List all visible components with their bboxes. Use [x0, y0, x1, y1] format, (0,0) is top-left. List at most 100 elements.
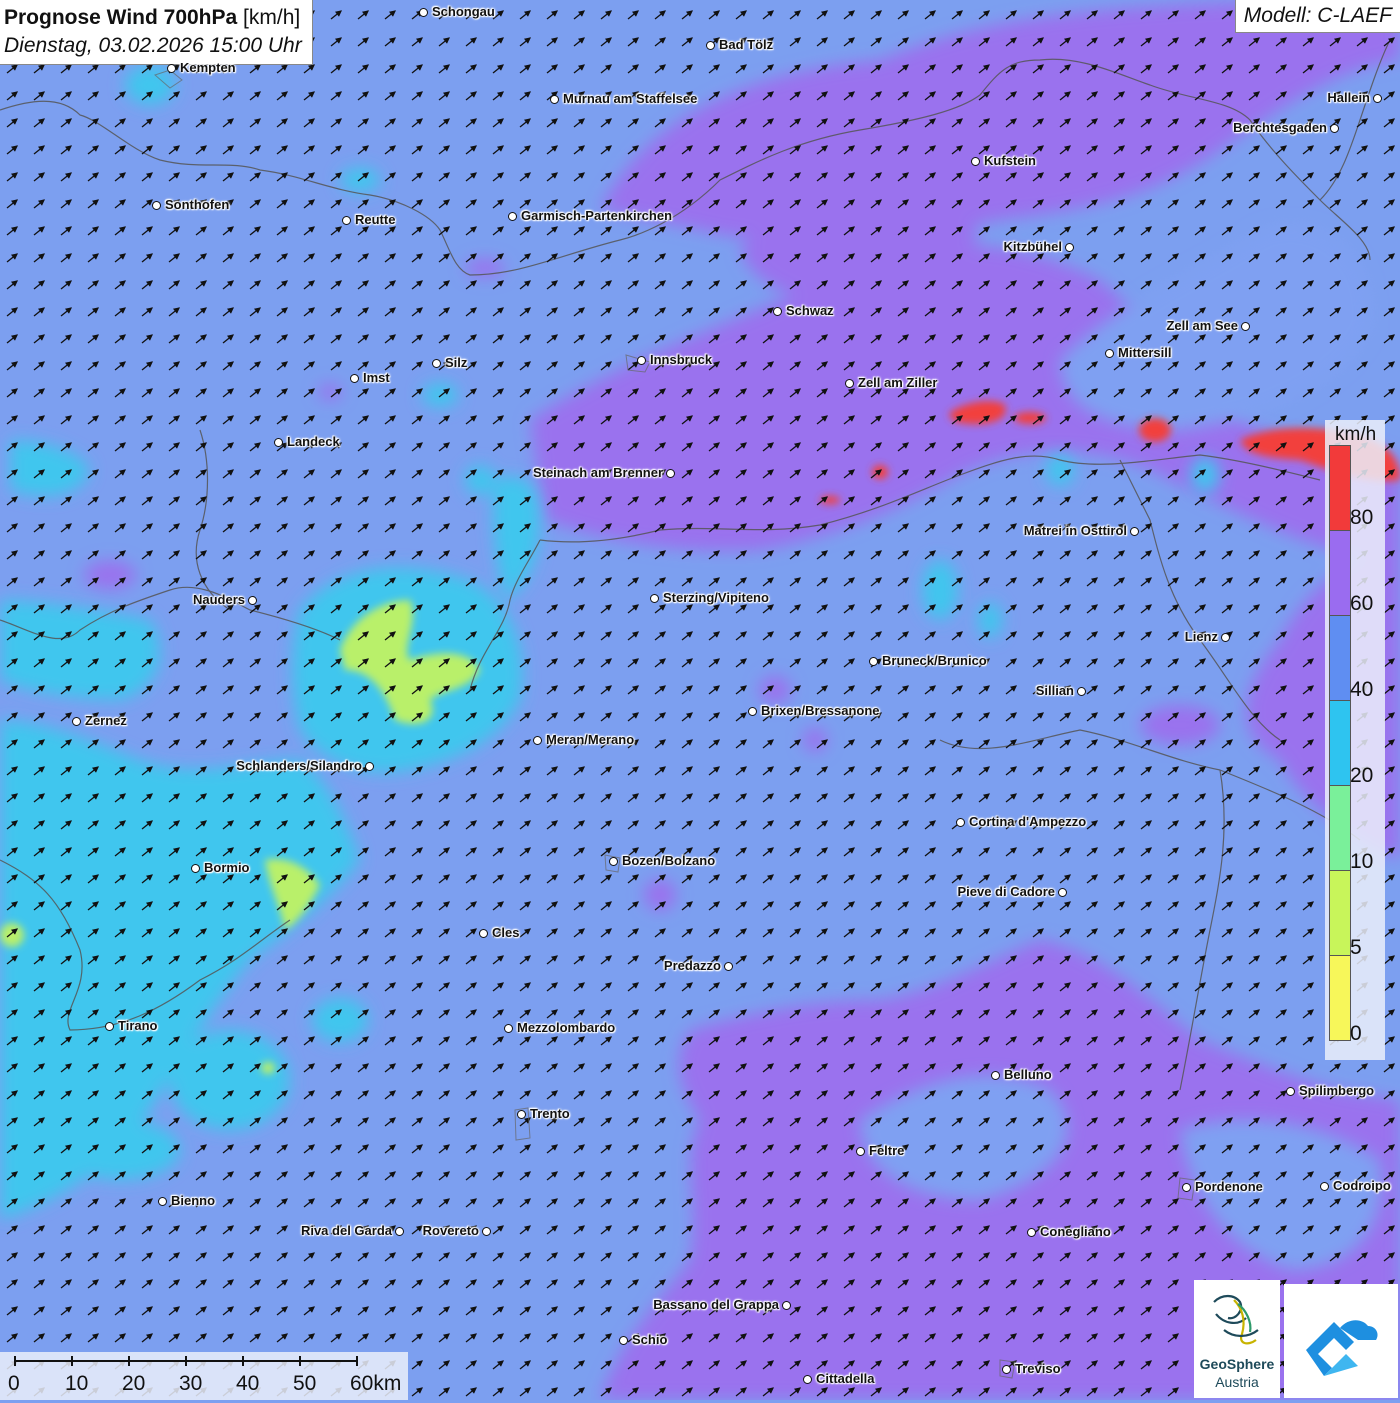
city-marker	[971, 157, 980, 166]
title-panel: Prognose Wind 700hPa [km/h] Dienstag, 03…	[0, 0, 313, 65]
city-marker	[609, 857, 618, 866]
geosphere-mark-icon	[1213, 1294, 1259, 1345]
color-legend: km/h 80 60 40 20 10 5 0	[1325, 420, 1385, 1060]
scale-label: 60km	[350, 1372, 402, 1395]
app-logo	[1284, 1284, 1398, 1398]
city-marker	[365, 762, 374, 771]
logo-name: GeoSphere	[1199, 1356, 1275, 1372]
city-marker	[1286, 1087, 1295, 1096]
city-marker	[167, 64, 176, 73]
city-label: Imst	[363, 370, 390, 385]
legend-color-segment	[1329, 445, 1351, 531]
legend-color-segment	[1329, 870, 1351, 956]
city-marker	[274, 438, 283, 447]
city-label: Belluno	[1004, 1067, 1052, 1082]
legend-tick-label: 20	[1350, 764, 1374, 787]
city-marker	[637, 356, 646, 365]
city-label: Feltre	[869, 1143, 905, 1158]
city-label: Landeck	[287, 434, 340, 449]
city-marker	[1221, 633, 1230, 642]
scale-tick	[71, 1356, 73, 1366]
city-marker	[482, 1227, 491, 1236]
scale-tick	[185, 1356, 187, 1366]
map-title: Prognose Wind 700hPa [km/h]	[4, 4, 302, 32]
city-label: Bassano del Grappa	[653, 1297, 779, 1312]
city-marker	[508, 212, 517, 221]
city-label: Pordenone	[1195, 1179, 1263, 1194]
city-marker	[956, 818, 965, 827]
city-marker	[619, 1336, 628, 1345]
city-marker	[869, 657, 878, 666]
city-label: Sterzing/Vipiteno	[663, 590, 769, 605]
city-marker	[72, 717, 81, 726]
city-marker	[1320, 1182, 1329, 1191]
city-marker	[1182, 1183, 1191, 1192]
city-label: Cles	[492, 925, 520, 940]
city-marker	[158, 1197, 167, 1206]
city-label: Schwaz	[786, 303, 834, 318]
city-label: Murnau am Staffelsee	[563, 91, 698, 106]
city-label: Berchtesgaden	[1233, 120, 1327, 135]
city-label: Zell am Ziller	[858, 375, 938, 390]
city-marker	[152, 201, 161, 210]
city-marker	[1027, 1228, 1036, 1237]
forecast-datetime: Dienstag, 03.02.2026 15:00 Uhr	[4, 34, 302, 57]
city-marker	[248, 596, 257, 605]
city-label: Rovereto	[422, 1223, 479, 1238]
city-marker	[991, 1071, 1000, 1080]
city-label: Schio	[632, 1332, 668, 1347]
city-marker	[105, 1022, 114, 1031]
legend-unit: km/h	[1335, 424, 1377, 445]
city-label: Matrei in Osttirol	[1023, 523, 1127, 538]
city-marker	[773, 307, 782, 316]
city-label: Tirano	[118, 1018, 158, 1033]
city-label: Nauders	[192, 592, 245, 607]
city-label: Zernez	[85, 713, 127, 728]
legend-color-segment	[1329, 700, 1351, 786]
city-label: Riva del Garda	[300, 1223, 392, 1238]
scale-label: 10	[65, 1372, 89, 1395]
city-label: Spilimbergo	[1299, 1083, 1375, 1098]
scale-bar: 0 10 20 30 40 50 60km	[0, 1352, 408, 1400]
city-marker	[856, 1147, 865, 1156]
legend-color-segment	[1329, 785, 1351, 871]
city-label: Bad Tölz	[719, 37, 774, 52]
city-marker	[782, 1301, 791, 1310]
legend-tick-label: 40	[1350, 678, 1374, 701]
city-marker	[432, 359, 441, 368]
city-label: Kitzbühel	[1003, 239, 1063, 254]
city-label: Conegliano	[1040, 1224, 1111, 1239]
scale-tick	[14, 1356, 16, 1366]
city-label: Sonthofen	[165, 197, 230, 212]
city-label: Mezzolombardo	[517, 1020, 616, 1035]
legend-color-segment	[1329, 955, 1351, 1041]
map-title-unit: [km/h]	[243, 6, 301, 29]
scale-label: 50	[293, 1372, 317, 1395]
scale-label: 40	[236, 1372, 260, 1395]
city-label: Steinach am Brenner	[532, 465, 663, 480]
city-label: Trento	[530, 1106, 570, 1121]
legend-tick-label: 10	[1350, 850, 1374, 873]
city-marker	[1002, 1365, 1011, 1374]
city-marker	[1373, 94, 1382, 103]
city-label: Meran/Merano	[546, 732, 635, 747]
city-label: Bozen/Bolzano	[622, 853, 716, 868]
city-marker	[1105, 349, 1114, 358]
scale-tick	[242, 1356, 244, 1366]
legend-color-segment	[1329, 615, 1351, 701]
scale-label: 30	[179, 1372, 203, 1395]
weather-app-icon	[1306, 1320, 1378, 1376]
city-label: Cortina d'Ampezzo	[969, 814, 1087, 829]
scale-label: 20	[122, 1372, 146, 1395]
legend-tick-label: 80	[1350, 506, 1374, 529]
city-marker	[1058, 888, 1067, 897]
city-marker	[517, 1110, 526, 1119]
city-marker	[1241, 322, 1250, 331]
city-label: Bruneck/Brunico	[882, 653, 987, 668]
city-label: Kempten	[180, 60, 236, 75]
city-label: Codroipo	[1333, 1178, 1391, 1193]
city-marker	[419, 8, 428, 17]
city-label: Silz	[445, 355, 468, 370]
city-marker	[706, 41, 715, 50]
city-marker	[479, 929, 488, 938]
